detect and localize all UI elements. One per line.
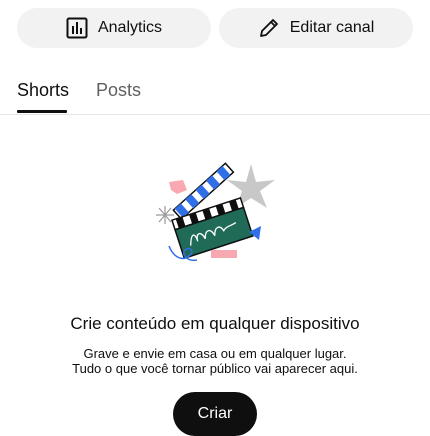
tab-posts[interactable]: Posts bbox=[96, 80, 141, 101]
empty-state-title: Crie conteúdo em qualquer dispositivo bbox=[70, 314, 360, 333]
analytics-label: Analytics bbox=[97, 19, 163, 36]
tab-shorts[interactable]: Shorts bbox=[17, 80, 69, 101]
analytics-button[interactable]: Analytics bbox=[17, 8, 211, 48]
create-button[interactable]: Criar bbox=[173, 392, 257, 436]
clapperboard-illustration bbox=[143, 160, 287, 272]
tab-selected-indicator bbox=[17, 110, 67, 113]
pencil-icon bbox=[258, 17, 280, 39]
empty-state-line-1: Grave e envie em casa ou em qualquer lug… bbox=[83, 346, 347, 361]
channel-tabs: Shorts Posts bbox=[0, 78, 430, 115]
edit-channel-button[interactable]: Editar canal bbox=[219, 8, 413, 48]
empty-state-line-2: Tudo o que você tornar público vai apare… bbox=[72, 361, 358, 376]
bar-chart-icon bbox=[66, 17, 88, 39]
edit-channel-label: Editar canal bbox=[289, 19, 375, 36]
